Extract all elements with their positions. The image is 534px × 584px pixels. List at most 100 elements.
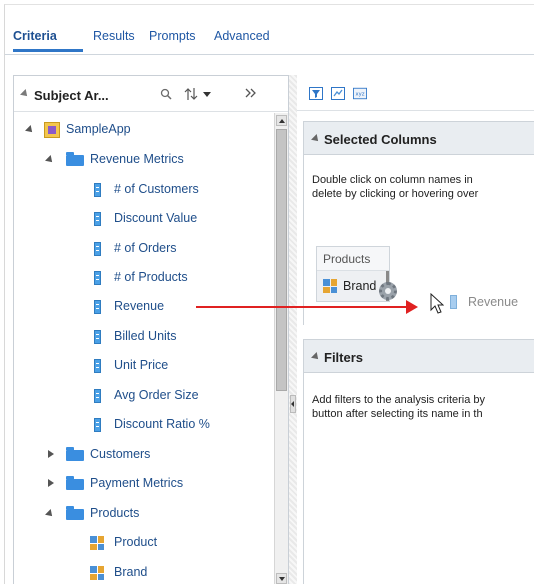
measure-column-icon bbox=[94, 389, 101, 403]
scroll-down-icon[interactable] bbox=[276, 573, 287, 584]
collapse-section-icon[interactable] bbox=[311, 352, 321, 362]
attribute-column-icon bbox=[90, 536, 104, 550]
tab-criteria[interactable]: Criteria bbox=[13, 29, 57, 43]
tree-node-discount-value[interactable]: Discount Value bbox=[14, 208, 274, 230]
section-title: Selected Columns bbox=[324, 132, 437, 147]
tree-scrollbar[interactable] bbox=[274, 113, 288, 584]
drag-ghost-label: Revenue bbox=[468, 295, 519, 309]
attribute-column-icon bbox=[90, 566, 104, 580]
expand-icon[interactable] bbox=[25, 125, 35, 135]
column-brand[interactable]: Brand bbox=[317, 271, 389, 301]
tree-node-customers-count[interactable]: # of Customers bbox=[14, 179, 274, 201]
sort-icon[interactable] bbox=[184, 87, 212, 101]
folder-icon bbox=[66, 447, 84, 461]
column-label: Brand bbox=[343, 279, 377, 293]
filters-header[interactable]: Filters bbox=[303, 339, 534, 373]
edit-formula-icon[interactable] bbox=[331, 87, 345, 100]
folder-icon bbox=[66, 476, 84, 490]
tree-node-products[interactable]: Products bbox=[14, 503, 274, 525]
selected-columns-body: Double click on column names in delete b… bbox=[303, 155, 534, 325]
filter-icon[interactable] bbox=[309, 87, 323, 100]
tree-node-label: SampleApp bbox=[66, 122, 131, 136]
selected-columns-header[interactable]: Selected Columns bbox=[303, 121, 534, 155]
collapse-section-icon[interactable] bbox=[20, 89, 30, 99]
tree-node-label: Customers bbox=[90, 447, 151, 461]
tree-node-discount-ratio[interactable]: Discount Ratio % bbox=[14, 414, 274, 436]
tree-node-billed-units[interactable]: Billed Units bbox=[14, 326, 274, 348]
tree-node-label: Avg Order Size bbox=[114, 388, 199, 402]
tree-node-label: Products bbox=[90, 506, 140, 520]
column-group-header: Products bbox=[317, 247, 389, 271]
measure-column-icon bbox=[94, 300, 101, 314]
expand-icon[interactable] bbox=[45, 509, 55, 519]
tree-node-product[interactable]: Product bbox=[14, 532, 274, 554]
tree-node-avg-order-size[interactable]: Avg Order Size bbox=[14, 385, 274, 407]
tree-node-label: Revenue bbox=[114, 299, 165, 313]
attribute-column-icon bbox=[323, 279, 337, 293]
tree-node-label: # of Customers bbox=[114, 182, 199, 196]
column-options-gear-icon[interactable] bbox=[379, 282, 397, 300]
tab-prompts[interactable]: Prompts bbox=[149, 29, 196, 43]
xyz-icon[interactable]: xyz bbox=[353, 87, 367, 100]
mouse-pointer-icon bbox=[430, 293, 444, 314]
editor-tabs: Criteria Results Prompts Advanced bbox=[5, 5, 534, 55]
measure-column-icon bbox=[94, 242, 101, 256]
criteria-panel: xyz Selected Columns Double click on col… bbox=[297, 75, 534, 584]
tree-node-label: Product bbox=[114, 535, 158, 549]
measure-column-icon bbox=[94, 271, 101, 285]
criteria-toolbar: xyz bbox=[297, 75, 534, 111]
collapsed-icon[interactable] bbox=[48, 450, 54, 458]
tree-node-revenue-metrics[interactable]: Revenue Metrics bbox=[14, 149, 274, 171]
tree-node-label: Brand bbox=[114, 565, 148, 579]
tree-node-label: Discount Value bbox=[114, 211, 198, 225]
scroll-up-icon[interactable] bbox=[276, 115, 287, 126]
tree-node-orders-count[interactable]: # of Orders bbox=[14, 238, 274, 260]
tree-node-customers[interactable]: Customers bbox=[14, 444, 274, 466]
tree-node-brand[interactable]: Brand bbox=[14, 562, 274, 584]
measure-column-icon bbox=[94, 183, 101, 197]
tree-node-label: # of Orders bbox=[114, 241, 177, 255]
tree-node-payment-metrics[interactable]: Payment Metrics bbox=[14, 473, 274, 495]
folder-icon bbox=[66, 506, 84, 520]
tree-node-label: Discount Ratio % bbox=[114, 417, 210, 431]
subject-area-tree: SampleApp Revenue Metrics # of Customers… bbox=[14, 113, 274, 584]
xyz-label: xyz bbox=[356, 92, 365, 98]
analysis-editor: Criteria Results Prompts Advanced Subjec… bbox=[4, 4, 534, 584]
collapsed-icon[interactable] bbox=[48, 479, 54, 487]
tab-advanced[interactable]: Advanced bbox=[214, 29, 270, 43]
folder-icon bbox=[66, 152, 84, 166]
subject-areas-panel: Subject Ar... SampleApp Revenue Metrics … bbox=[13, 75, 289, 584]
tree-node-unit-price[interactable]: Unit Price bbox=[14, 355, 274, 377]
subject-area-icon bbox=[44, 122, 60, 138]
measure-column-icon bbox=[94, 359, 101, 373]
help-text: button after selecting its name in th bbox=[312, 408, 483, 420]
help-text: Double click on column names in bbox=[312, 174, 473, 186]
drag-arrow-line bbox=[196, 306, 408, 308]
tree-node-sampleapp[interactable]: SampleApp bbox=[14, 119, 274, 141]
tree-node-label: Unit Price bbox=[114, 358, 169, 372]
section-title: Filters bbox=[324, 350, 364, 365]
scroll-thumb[interactable] bbox=[276, 129, 287, 391]
collapse-panel-icon[interactable] bbox=[244, 87, 258, 99]
collapse-section-icon[interactable] bbox=[311, 134, 321, 144]
subject-areas-title: Subject Ar... bbox=[34, 88, 109, 103]
help-text: Add filters to the analysis criteria by bbox=[312, 394, 486, 406]
expand-icon[interactable] bbox=[45, 155, 55, 165]
filters-body: Add filters to the analysis criteria by … bbox=[303, 373, 534, 584]
measure-column-icon bbox=[94, 212, 101, 226]
tree-node-label: Revenue Metrics bbox=[90, 152, 184, 166]
search-icon[interactable] bbox=[160, 88, 172, 100]
subject-areas-header: Subject Ar... bbox=[14, 76, 288, 112]
tab-results[interactable]: Results bbox=[93, 29, 135, 43]
tree-node-products-count[interactable]: # of Products bbox=[14, 267, 274, 289]
tree-node-label: Billed Units bbox=[114, 329, 177, 343]
measure-column-icon bbox=[94, 330, 101, 344]
tree-node-label: Payment Metrics bbox=[90, 476, 184, 490]
collapse-left-panel-icon[interactable] bbox=[290, 395, 296, 413]
measure-column-icon bbox=[94, 418, 101, 432]
drag-arrow-head-icon bbox=[406, 300, 418, 314]
active-tab-indicator bbox=[13, 49, 83, 52]
drag-measure-column-icon bbox=[450, 295, 457, 309]
help-text: delete by clicking or hovering over bbox=[312, 188, 479, 200]
panel-splitter[interactable] bbox=[289, 75, 297, 584]
